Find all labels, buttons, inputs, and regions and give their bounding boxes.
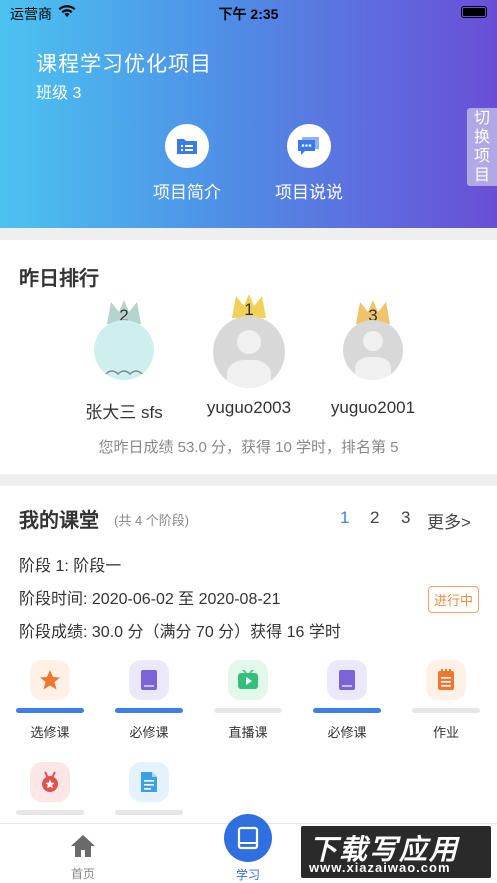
status-bar: 运营商 下午 2:35 [0, 0, 497, 26]
class-name: 班级 3 [36, 85, 82, 102]
module-label: 作业 [432, 725, 459, 740]
module-homework[interactable]: 作业 [410, 660, 482, 741]
stage-count: (共 4 个阶段) [114, 513, 190, 528]
project-talk-label: 项目说说 [275, 183, 343, 202]
module-label: 必修课 [129, 725, 169, 740]
medal-icon [42, 771, 58, 792]
module-required[interactable]: 必修课 [113, 660, 185, 741]
stage-page-3[interactable]: 3 [401, 508, 410, 528]
clock: 下午 2:35 [218, 6, 279, 22]
tab-home[interactable]: 首页 [43, 834, 123, 882]
rank-entry-3[interactable]: 3 yuguo2001 [331, 298, 415, 418]
module-progress [115, 708, 183, 713]
status-badge: 进行中 [427, 586, 479, 613]
module-required-2[interactable]: 必修课 [311, 660, 383, 741]
ranking-card: 昨日排行 2 张大三 sfs 1 yuguo2003 3 yuguo2001 您… [0, 240, 497, 474]
book-icon [141, 670, 157, 690]
project-talk-button[interactable]: 项目说说 [254, 124, 364, 203]
ranking-title: 昨日排行 [19, 268, 99, 290]
module-live[interactable]: 直播课 [212, 660, 284, 741]
module-documents[interactable] [113, 762, 185, 815]
star-icon [40, 670, 60, 690]
book-icon [237, 826, 259, 850]
lace-pattern-icon [105, 370, 143, 376]
project-intro-label: 项目简介 [153, 183, 221, 202]
stage-time: 阶段时间: 2020-06-02 至 2020-08-21 [19, 591, 281, 608]
module-certificate[interactable] [14, 762, 86, 815]
document-icon [141, 772, 157, 792]
module-progress [313, 708, 381, 713]
avatar [213, 316, 285, 388]
watermark-url: www.xiazaiwao.com [309, 860, 451, 875]
home-icon [71, 835, 95, 857]
module-progress [16, 708, 84, 713]
stage-name: 阶段 1: 阶段一 [19, 558, 122, 575]
tab-home-label: 首页 [70, 867, 95, 881]
module-label: 选修课 [30, 725, 70, 740]
rank-summary: 您昨日成绩 53.0 分，获得 10 学时，排名第 5 [98, 439, 399, 456]
stage-page-2[interactable]: 2 [370, 508, 379, 528]
stage-page-1[interactable]: 1 [340, 508, 349, 528]
project-header: 运营商 下午 2:35 课程学习优化项目 班级 3 项目简介 项目说说 切换项目 [0, 0, 497, 228]
notepad-icon [438, 669, 454, 690]
battery-icon [461, 6, 487, 18]
stage-score: 阶段成绩: 30.0 分（满分 70 分）获得 16 学时 [19, 624, 341, 641]
tab-study[interactable]: 学习 [208, 814, 288, 883]
avatar [343, 320, 403, 380]
tab-study-label: 学习 [235, 868, 260, 882]
chat-bubble-icon [298, 137, 319, 155]
avatar [94, 320, 154, 380]
project-title: 课程学习优化项目 [36, 53, 212, 76]
rank-name: yuguo2001 [330, 398, 416, 417]
rank-entry-2[interactable]: 2 张大三 sfs [85, 298, 163, 422]
module-elective[interactable]: 选修课 [14, 660, 86, 741]
classroom-title: 我的课堂 [19, 510, 99, 532]
folder-list-icon [177, 139, 197, 154]
book-icon [339, 670, 355, 690]
project-intro-button[interactable]: 项目简介 [132, 124, 242, 203]
play-icon [238, 670, 258, 689]
watermark-logo: 下载写应用 www.xiazaiwao.com [301, 826, 491, 878]
rank-entry-1[interactable]: 1 yuguo2003 [207, 292, 291, 418]
module-label: 直播课 [228, 725, 268, 740]
module-label: 必修课 [327, 725, 367, 740]
more-stages-link[interactable]: 更多> [427, 508, 471, 533]
switch-project-button[interactable]: 切换项目 [467, 108, 497, 186]
classroom-card: 我的课堂 (共 4 个阶段) 1 2 3 更多> 阶段 1: 阶段一 阶段时间:… [0, 486, 497, 823]
